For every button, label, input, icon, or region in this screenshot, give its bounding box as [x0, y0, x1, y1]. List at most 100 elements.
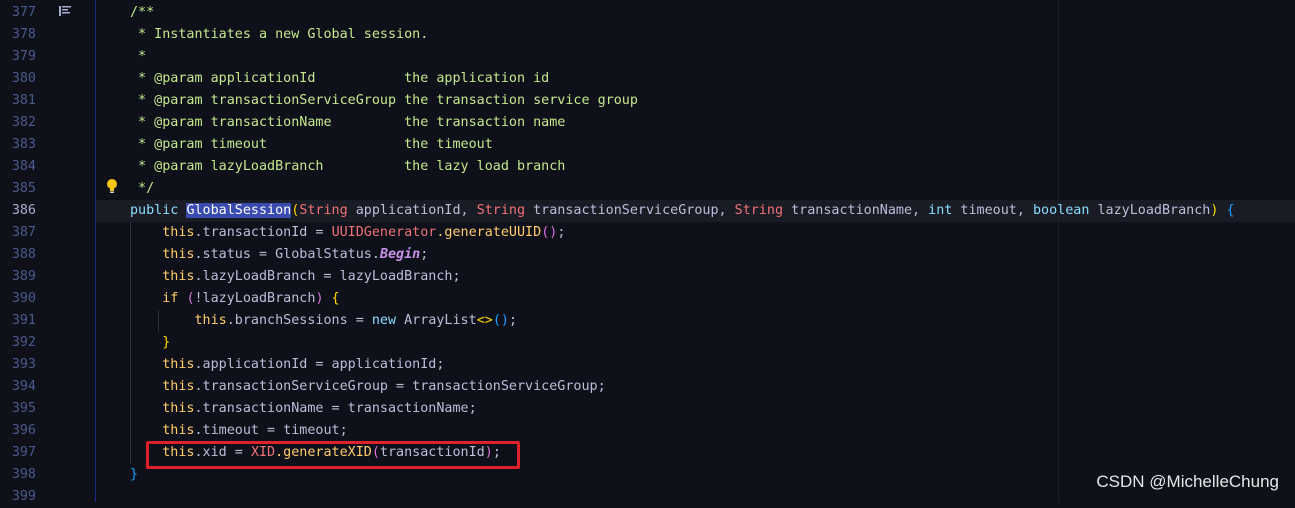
code-text[interactable]: * @param lazyLoadBranch the lazy load br… [130, 156, 565, 178]
line-number[interactable]: 386 [0, 200, 36, 222]
code-token: this [130, 225, 195, 240]
watermark: CSDN @MichelleChung [1096, 472, 1279, 491]
code-text[interactable]: * [130, 46, 146, 68]
code-token: timeout, [952, 203, 1033, 218]
code-text[interactable]: */ [130, 178, 154, 200]
code-text[interactable]: } [130, 332, 170, 354]
code-token: this [130, 313, 227, 328]
code-line[interactable]: 394 this.transactionServiceGroup = trans… [0, 376, 1295, 398]
code-token: ) [315, 291, 324, 306]
line-number[interactable]: 380 [0, 68, 36, 90]
code-token: .generateUUID [436, 225, 542, 240]
code-line[interactable]: 389 this.lazyLoadBranch = lazyLoadBranch… [0, 266, 1295, 288]
code-line[interactable]: 395 this.transactionName = transactionNa… [0, 398, 1295, 420]
code-token: this [130, 269, 195, 284]
code-line[interactable]: 393 this.applicationId = applicationId; [0, 354, 1295, 376]
code-text[interactable]: * Instantiates a new Global session. [130, 24, 428, 46]
line-number[interactable]: 388 [0, 244, 36, 266]
code-token: * Instantiates a new Global session. [130, 27, 429, 42]
line-number[interactable]: 387 [0, 222, 36, 244]
code-token: this [130, 423, 195, 438]
code-text[interactable]: this.lazyLoadBranch = lazyLoadBranch; [130, 266, 461, 288]
code-token: int [928, 203, 953, 218]
code-line[interactable]: 381 * @param transactionServiceGroup the… [0, 90, 1295, 112]
code-line[interactable]: 386 public GlobalSession(String applicati… [0, 200, 1295, 222]
code-line[interactable]: 388 this.status = GlobalStatus.Begin; [0, 244, 1295, 266]
highlight-annotation-box [146, 441, 520, 469]
line-number[interactable]: 392 [0, 332, 36, 354]
code-text[interactable]: if (!lazyLoadBranch) { [130, 288, 339, 310]
code-text[interactable]: * @param transactionServiceGroup the tra… [130, 90, 638, 112]
line-number[interactable]: 378 [0, 24, 36, 46]
line-number[interactable]: 377 [0, 2, 36, 24]
code-text[interactable]: * @param timeout the timeout [130, 134, 493, 156]
line-number[interactable]: 399 [0, 486, 36, 508]
code-token: if [130, 291, 187, 306]
code-text[interactable]: this.branchSessions = new ArrayList<>(); [130, 310, 517, 332]
code-text[interactable]: this.transactionName = transactionName; [130, 398, 477, 420]
code-token: applicationId, [347, 203, 477, 218]
code-text[interactable]: * @param applicationId the application i… [130, 68, 549, 90]
code-token: <> [476, 313, 493, 328]
line-number[interactable]: 383 [0, 134, 36, 156]
line-number[interactable]: 394 [0, 376, 36, 398]
code-line[interactable]: 379 * [0, 46, 1295, 68]
code-token: .status = GlobalStatus. [194, 247, 380, 262]
code-token: * [130, 49, 147, 64]
code-line[interactable]: 387 this.transactionId = UUIDGenerator.g… [0, 222, 1295, 244]
code-line[interactable]: 384 * @param lazyLoadBranch the lazy loa… [0, 156, 1295, 178]
code-token: } [130, 335, 171, 350]
code-text[interactable]: * @param transactionName the transaction… [130, 112, 565, 134]
code-text[interactable]: this.applicationId = applicationId; [130, 354, 444, 376]
line-number[interactable]: 385 [0, 178, 36, 200]
code-line[interactable]: 377 /** [0, 2, 1295, 24]
code-token: .branchSessions = [226, 313, 372, 328]
line-number[interactable]: 389 [0, 266, 36, 288]
line-number[interactable]: 398 [0, 464, 36, 486]
code-token: () [492, 313, 509, 328]
code-token: } [130, 467, 139, 482]
code-text[interactable]: } [130, 464, 138, 486]
code-line[interactable]: 385 */ [0, 178, 1295, 200]
code-token: this [130, 357, 195, 372]
line-number[interactable]: 381 [0, 90, 36, 112]
code-line[interactable]: 390 if (!lazyLoadBranch) { [0, 288, 1295, 310]
code-token: .transactionServiceGroup = transactionSe… [194, 379, 606, 394]
line-number[interactable]: 397 [0, 442, 36, 464]
code-token: transactionServiceGroup, [525, 203, 735, 218]
code-line[interactable]: 382 * @param transactionName the transac… [0, 112, 1295, 134]
line-number[interactable]: 382 [0, 112, 36, 134]
line-number[interactable]: 396 [0, 420, 36, 442]
code-text[interactable]: this.transactionServiceGroup = transacti… [130, 376, 606, 398]
code-token: * @param lazyLoadBranch the lazy load br… [130, 159, 566, 174]
code-text[interactable]: this.timeout = timeout; [130, 420, 347, 442]
line-number[interactable]: 384 [0, 156, 36, 178]
code-token: /** [130, 5, 155, 20]
line-number[interactable]: 395 [0, 398, 36, 420]
code-line[interactable]: 396 this.timeout = timeout; [0, 420, 1295, 442]
code-line[interactable]: 391 this.branchSessions = new ArrayList<… [0, 310, 1295, 332]
code-token: */ [130, 181, 155, 196]
code-line[interactable]: 380 * @param applicationId the applicati… [0, 68, 1295, 90]
code-token: new [371, 313, 397, 328]
code-token: UUIDGenerator [331, 225, 437, 240]
code-token: public [130, 203, 187, 218]
code-token: .transactionName = transactionName; [194, 401, 477, 416]
line-number[interactable]: 393 [0, 354, 36, 376]
code-line[interactable]: 383 * @param timeout the timeout [0, 134, 1295, 156]
code-line[interactable]: 378 * Instantiates a new Global session. [0, 24, 1295, 46]
line-number[interactable]: 390 [0, 288, 36, 310]
code-token: ( [186, 291, 195, 306]
code-token: .lazyLoadBranch = lazyLoadBranch; [194, 269, 461, 284]
code-text[interactable]: this.status = GlobalStatus.Begin; [130, 244, 428, 266]
code-token: Begin [379, 247, 421, 262]
code-line[interactable]: 392 } [0, 332, 1295, 354]
line-number[interactable]: 391 [0, 310, 36, 332]
code-text[interactable]: this.transactionId = UUIDGenerator.gener… [130, 222, 565, 244]
code-editor[interactable]: 377 /** 378 * Instantiates a new Global se… [0, 0, 1295, 504]
line-number[interactable]: 379 [0, 46, 36, 68]
code-text[interactable]: public GlobalSession(String applicationI… [130, 200, 1235, 222]
code-token: lazyLoadBranch [1089, 203, 1211, 218]
code-token: * @param timeout the timeout [130, 137, 493, 152]
code-text[interactable]: /** [130, 2, 154, 24]
